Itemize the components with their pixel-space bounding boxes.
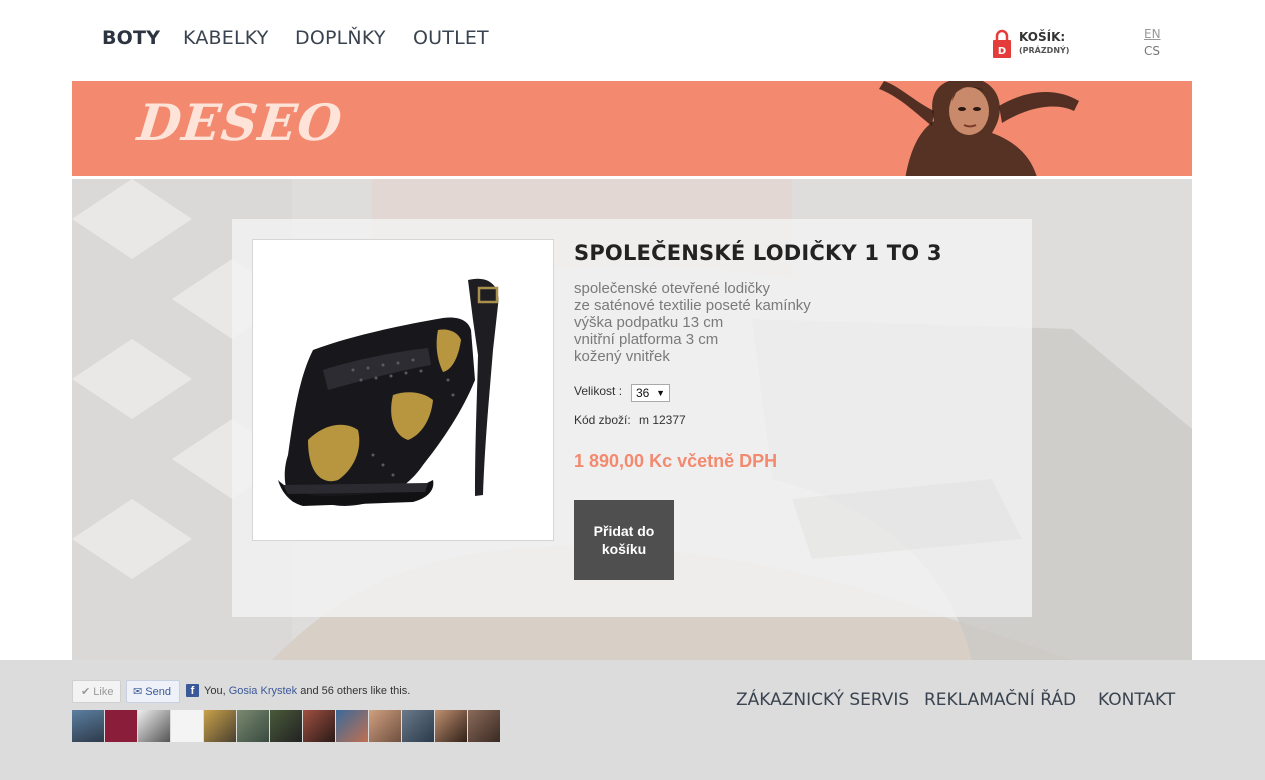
product-code-value: m 12377 bbox=[639, 413, 686, 427]
svg-text:D: D bbox=[998, 46, 1006, 57]
send-icon: ✉ bbox=[133, 686, 143, 698]
avatar[interactable] bbox=[171, 710, 203, 742]
avatar[interactable] bbox=[435, 710, 467, 742]
nav-item-kabelky[interactable]: KABELKY bbox=[183, 27, 269, 49]
facebook-like-text: You, Gosia Krystek and 56 others like th… bbox=[204, 685, 411, 697]
avatar[interactable] bbox=[468, 710, 500, 742]
product-description-line: kožený vnitřek bbox=[574, 348, 670, 365]
facebook-icon: f bbox=[186, 684, 199, 697]
size-select-value: 36 bbox=[636, 386, 650, 400]
avatar[interactable] bbox=[138, 710, 170, 742]
header-banner: DESEO bbox=[72, 81, 1192, 176]
footer-link-complaints[interactable]: REKLAMAČNÍ ŘÁD bbox=[924, 690, 1076, 710]
avatar[interactable] bbox=[402, 710, 434, 742]
add-to-cart-button[interactable]: Přidat do košíku bbox=[574, 500, 674, 580]
product-description-line: společenské otevřené lodičky bbox=[574, 280, 770, 297]
product-description-line: ze saténové textilie poseté kamínky bbox=[574, 297, 811, 314]
send-label: Send bbox=[145, 686, 171, 698]
avatar[interactable] bbox=[336, 710, 368, 742]
high-heel-shoe-image bbox=[278, 278, 499, 506]
product-description-line: výška podpatku 13 cm bbox=[574, 314, 724, 331]
deseo-logo[interactable]: DESEO bbox=[135, 93, 345, 152]
avatar[interactable] bbox=[270, 710, 302, 742]
shopping-bag-icon: D bbox=[993, 29, 1011, 58]
nav-item-outlet[interactable]: OUTLET bbox=[413, 27, 489, 49]
product-image[interactable] bbox=[252, 239, 554, 541]
friend-link[interactable]: Gosia Krystek bbox=[229, 685, 297, 697]
avatar[interactable] bbox=[105, 710, 137, 742]
product-code-label: Kód zboží: bbox=[574, 413, 631, 427]
add-to-cart-label-line2: košíku bbox=[601, 541, 647, 557]
dropdown-arrow-icon: ▼ bbox=[656, 388, 665, 398]
facebook-send-button[interactable]: ✉ Send bbox=[126, 680, 180, 703]
avatar[interactable] bbox=[72, 710, 104, 742]
like-label: Like bbox=[93, 686, 114, 698]
avatar[interactable] bbox=[204, 710, 236, 742]
product-title: SPOLEČENSKÉ LODIČKY 1 TO 3 bbox=[574, 241, 942, 265]
size-select[interactable]: 36 ▼ bbox=[631, 384, 670, 402]
footer-link-contact[interactable]: KONTAKT bbox=[1098, 690, 1175, 710]
language-cs-link[interactable]: CS bbox=[1144, 44, 1160, 58]
nav-item-boty[interactable]: BOTY bbox=[102, 27, 160, 49]
avatar[interactable] bbox=[237, 710, 269, 742]
language-en-link[interactable]: EN bbox=[1144, 27, 1161, 41]
product-price: 1 890,00 Kc včetně DPH bbox=[574, 451, 778, 471]
top-navigation: BOTY KABELKY DOPLŇKY OUTLET D KOŠÍK: (PR… bbox=[0, 0, 1265, 80]
cart-widget[interactable]: D KOŠÍK: (PRÁZDNÝ) bbox=[993, 28, 1113, 60]
cart-status: (PRÁZDNÝ) bbox=[1019, 46, 1070, 55]
check-icon: ✔ bbox=[81, 686, 91, 698]
avatar[interactable] bbox=[369, 710, 401, 742]
facebook-like-button[interactable]: ✔ Like bbox=[72, 680, 121, 703]
avatar[interactable] bbox=[303, 710, 335, 742]
cart-title: KOŠÍK: bbox=[1019, 30, 1066, 44]
banner-model-photo bbox=[879, 81, 1079, 176]
nav-item-doplnky[interactable]: DOPLŇKY bbox=[295, 27, 386, 49]
footer-link-customer-service[interactable]: ZÁKAZNICKÝ SERVIS bbox=[736, 690, 909, 710]
product-description-line: vnitřní platforma 3 cm bbox=[574, 331, 719, 348]
size-label: Velikost : bbox=[574, 384, 623, 398]
add-to-cart-label-line1: Přidat do bbox=[593, 523, 655, 539]
